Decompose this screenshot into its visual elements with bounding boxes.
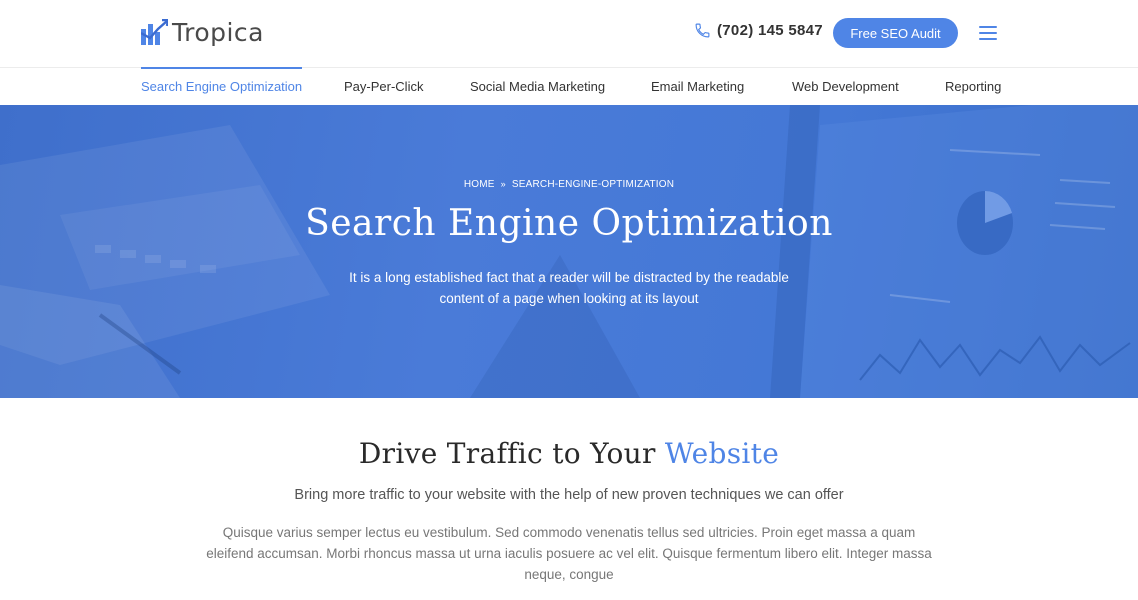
breadcrumb-home-link[interactable]: HOME: [464, 179, 495, 190]
nav-item-web-dev[interactable]: Web Development: [792, 68, 899, 106]
breadcrumb-current: SEARCH-ENGINE-OPTIMIZATION: [511, 179, 675, 190]
menu-line: [979, 38, 997, 40]
section-title-accent: Website: [664, 437, 780, 470]
hero-banner: HOME » SEARCH-ENGINE-OPTIMIZATION Search E…: [0, 105, 1138, 398]
section-body-text: Quisque varius semper lectus eu vestibul…: [206, 525, 932, 582]
nav-item-social-media[interactable]: Social Media Marketing: [470, 68, 605, 106]
nav-item-email[interactable]: Email Marketing: [651, 68, 744, 106]
free-seo-audit-button[interactable]: Free SEO Audit: [833, 18, 958, 48]
service-nav: Search Engine Optimization Pay-Per-Click…: [0, 67, 1138, 105]
breadcrumb: HOME » SEARCH-ENGINE-OPTIMIZATION: [0, 179, 1138, 190]
site-header: Tropica (702) 145 5847 Free SEO Audit: [0, 0, 1138, 67]
bar-chart-logo-icon: [141, 19, 168, 45]
section-title: Drive Traffic to Your Website: [0, 437, 1138, 470]
phone-contact[interactable]: (702) 145 5847: [694, 22, 823, 39]
page-title: Search Engine Optimization: [305, 203, 833, 244]
phone-number: (702) 145 5847: [717, 22, 823, 39]
logo[interactable]: Tropica: [141, 17, 264, 47]
section-lead: Bring more traffic to your website with …: [294, 487, 844, 503]
menu-line: [979, 26, 997, 28]
hamburger-menu-icon[interactable]: [979, 26, 997, 40]
logo-text: Tropica: [172, 17, 265, 47]
section-title-main: Drive Traffic to Your: [358, 437, 656, 470]
nav-item-reporting[interactable]: Reporting: [945, 68, 1001, 106]
hero-background-image: [0, 105, 1138, 398]
nav-item-ppc[interactable]: Pay-Per-Click: [344, 68, 423, 106]
phone-icon: [695, 23, 710, 38]
double-chevron-right-icon: »: [500, 179, 506, 189]
hero-subtitle: It is a long established fact that a rea…: [349, 270, 789, 306]
nav-item-seo[interactable]: Search Engine Optimization: [141, 67, 303, 106]
menu-line: [979, 32, 997, 34]
